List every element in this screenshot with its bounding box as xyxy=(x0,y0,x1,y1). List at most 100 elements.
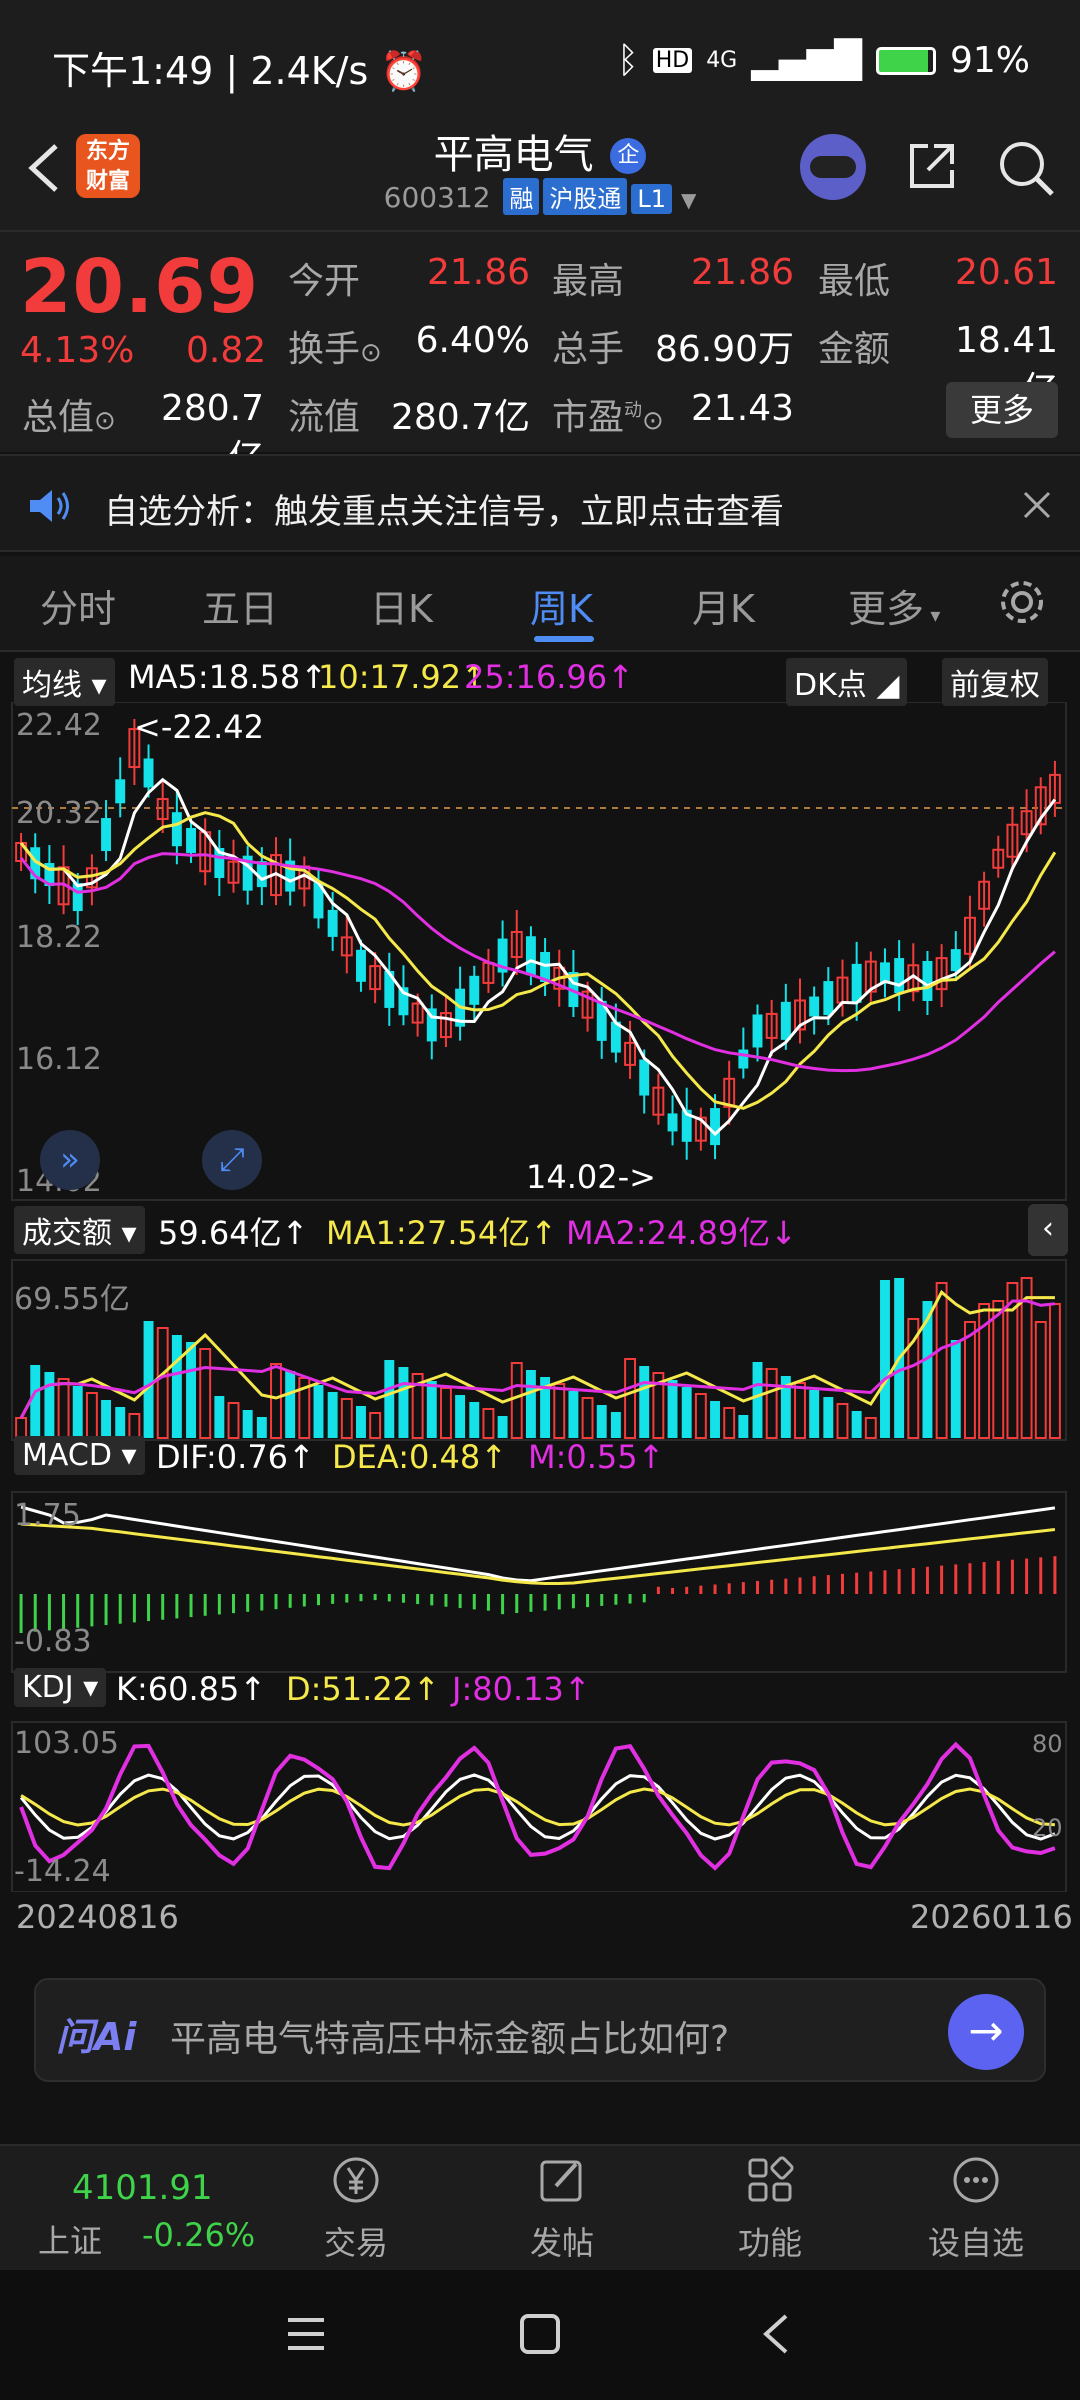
bluetooth-icon: ᛒ xyxy=(617,40,639,81)
fullscreen-icon[interactable]: ⤢ xyxy=(202,1130,262,1190)
high-marker: <-22.42 xyxy=(134,708,264,746)
kline-chart-area[interactable]: 均线 ▾ MA5:18.58↑ 10:17.92↑ 25:16.96↑ DK点 … xyxy=(0,652,1080,1942)
search-icon[interactable] xyxy=(996,138,1056,198)
volume-bar xyxy=(809,1390,820,1438)
volume-bar xyxy=(950,1340,961,1438)
pe-label[interactable]: 市盈动⊙ xyxy=(552,388,664,440)
open-label: 今开 xyxy=(288,261,361,302)
volume-bar xyxy=(101,1400,112,1438)
tab-weekly-k[interactable]: 周K xyxy=(530,578,593,633)
info-icon: ⊙ xyxy=(642,406,664,436)
total-cap-label[interactable]: 总值⊙ xyxy=(22,388,116,440)
ai-brand-logo: 问Ai xyxy=(56,2015,137,2059)
chart-svg xyxy=(11,702,1067,1892)
m-value: M:0.55↑ xyxy=(528,1438,665,1476)
volume-bar xyxy=(794,1382,806,1439)
signal-icon: ▂▄▆█ xyxy=(751,40,862,81)
turnover-label[interactable]: 换手⊙ xyxy=(288,320,382,372)
open-value: 21.86 xyxy=(426,252,530,293)
edit-icon xyxy=(540,2160,582,2202)
kdj-selector[interactable]: KDJ ▾ xyxy=(14,1668,107,1707)
nav-functions[interactable]: 功能 xyxy=(710,2154,830,2264)
vol-ma1-value: MA1:27.54亿↑ xyxy=(326,1214,558,1252)
macd-selector[interactable]: MACD ▾ xyxy=(14,1436,145,1475)
date-end: 20260116 xyxy=(910,1898,1073,1936)
volume-bar xyxy=(851,1411,862,1438)
volume-selector[interactable]: 成交额 ▾ xyxy=(14,1206,145,1254)
tab-intraday[interactable]: 分时 xyxy=(40,578,116,633)
ma10-value: 10:17.92↑ xyxy=(318,658,488,696)
more-button[interactable]: 更多 xyxy=(946,382,1058,438)
notice-bar[interactable]: 自选分析：触发重点关注信号，立即点击查看 xyxy=(0,454,1080,552)
volume-bar xyxy=(482,1408,495,1439)
nav-post[interactable]: 发帖 xyxy=(502,2154,622,2264)
system-nav-bar xyxy=(0,2270,1080,2400)
volume-bar xyxy=(115,1407,126,1438)
candle-body xyxy=(469,975,480,1005)
stock-code: 600312 xyxy=(383,181,491,214)
arrow-right-icon[interactable]: → xyxy=(948,1994,1024,2070)
close-icon[interactable] xyxy=(1022,490,1052,520)
volume-bar xyxy=(624,1358,637,1439)
status-time: 下午1:49 xyxy=(52,49,214,93)
menu-icon[interactable] xyxy=(284,2314,328,2354)
grid-icon xyxy=(748,2156,794,2202)
chevron-down-icon[interactable]: ▼ xyxy=(681,188,696,212)
notice-text: 自选分析：触发重点关注信号，立即点击查看 xyxy=(104,492,784,532)
volume-bar xyxy=(369,1412,382,1439)
candle-body xyxy=(710,1108,720,1146)
dk-point-button[interactable]: DK点 ◢ xyxy=(786,658,908,706)
nav-add-watchlist[interactable]: 设自选 xyxy=(916,2154,1036,2264)
back-nav-icon[interactable] xyxy=(758,2312,794,2356)
candle-body xyxy=(171,812,182,847)
candle-body xyxy=(639,1059,650,1096)
bottom-nav: 4101.91 上证 -0.26% 交易 发帖 功能 设自选 xyxy=(0,2144,1080,2270)
tag-margin: 融 xyxy=(503,178,540,215)
more-dots-icon xyxy=(953,2157,999,2203)
nav-add-watchlist-label: 设自选 xyxy=(927,2224,1024,2262)
tab-monthly-k[interactable]: 月K xyxy=(692,578,755,633)
adjust-button[interactable]: 前复权 xyxy=(942,658,1048,706)
price-axis-2: 20.32 xyxy=(16,796,102,831)
volume-bar xyxy=(340,1398,353,1439)
robot-assistant-icon[interactable] xyxy=(800,134,866,200)
last-price: 20.69 xyxy=(20,244,260,330)
macd-histogram xyxy=(19,1556,1057,1633)
collapse-panel-icon[interactable]: ‹ xyxy=(1028,1204,1068,1256)
nav-trade[interactable]: 交易 xyxy=(296,2154,416,2264)
candle-body xyxy=(738,1049,749,1069)
ma-selector[interactable]: 均线 ▾ xyxy=(14,658,115,706)
amount-label: 金额 xyxy=(818,329,891,370)
volume-bar xyxy=(85,1392,98,1439)
volume-bar xyxy=(553,1383,566,1439)
kdj-axis-top: 103.05 xyxy=(14,1726,119,1761)
volume-bar xyxy=(880,1280,890,1438)
expand-left-icon[interactable]: » xyxy=(40,1130,100,1190)
home-icon[interactable] xyxy=(518,2312,562,2356)
index-value[interactable]: 4101.91 xyxy=(72,2168,213,2208)
status-bar: 下午1:49 | 2.4K/s ⏰ ᛒ HD 4G ▂▄▆█ 91% xyxy=(0,0,1080,120)
volume-bar xyxy=(186,1342,196,1438)
hd-icon: HD xyxy=(652,48,693,73)
volume-bar xyxy=(214,1396,225,1438)
volume-bar xyxy=(765,1368,778,1439)
candle-body xyxy=(851,963,862,1003)
tab-more[interactable]: 更多 ▾ xyxy=(848,578,940,633)
share-icon[interactable] xyxy=(904,138,960,194)
volume-bar xyxy=(455,1395,466,1438)
volume-bar xyxy=(864,1417,877,1439)
ai-question-bar[interactable]: 问Ai 平高电气特高压中标金额占比如何? → xyxy=(34,1978,1046,2082)
volume-bar xyxy=(199,1348,212,1439)
quote-panel: 20.69 4.13% 0.82 今开 21.86 最高 21.86 最低 20… xyxy=(0,230,1080,479)
low-label: 最低 xyxy=(818,261,891,302)
gear-icon[interactable] xyxy=(996,576,1048,628)
volume-bar xyxy=(439,1387,452,1439)
volume-bar xyxy=(1034,1321,1047,1439)
tab-daily-k[interactable]: 日K xyxy=(370,578,433,633)
nav-post-label: 发帖 xyxy=(529,2224,594,2262)
tab-five-day[interactable]: 五日 xyxy=(202,578,278,633)
network-label: 4G xyxy=(706,48,738,73)
volume-bar xyxy=(694,1393,707,1439)
volume-bar xyxy=(610,1412,621,1438)
change-percent: 4.13% xyxy=(20,330,135,371)
